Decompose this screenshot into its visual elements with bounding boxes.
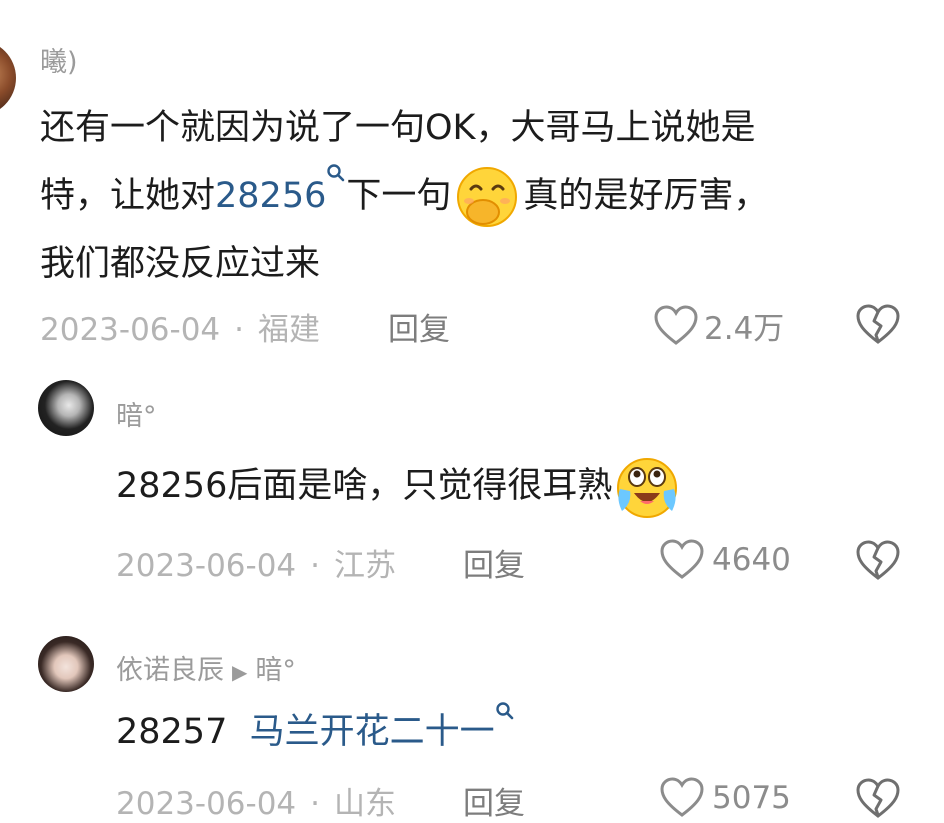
like-count: 2.4万 <box>704 311 785 347</box>
like-button[interactable]: 5075 <box>660 777 791 819</box>
text-line: 还有一个就因为说了一句OK，大哥马上说她是 <box>40 108 756 148</box>
like-count: 5075 <box>712 780 791 816</box>
comment-text: 28256后面是啥，只觉得很耳熟 <box>116 454 682 519</box>
comment-meta: 2023-06-04 · 江苏 <box>116 540 396 585</box>
avatar[interactable] <box>0 40 16 116</box>
text-line: 28256后面是啥，只觉得很耳熟 <box>116 454 682 519</box>
reply-button[interactable]: 回复 <box>463 778 525 823</box>
broken-heart-icon[interactable] <box>856 304 900 346</box>
search-icon <box>327 164 345 182</box>
text-segment: 特，让她对 <box>40 176 216 216</box>
text-line: 28257 马兰开花二十一 <box>116 700 515 764</box>
heart-outline-icon[interactable] <box>654 304 698 347</box>
comment-meta: 2023-06-04 · 福建 <box>40 304 320 349</box>
text-line: 特，让她对28256 下一句 真的是好厉害， <box>40 162 768 230</box>
comment-location: 江苏 <box>334 548 397 584</box>
comment-date: 2023-06-04 <box>116 548 297 584</box>
username[interactable]: 曦) <box>40 40 78 79</box>
keyword-link[interactable]: 28256 <box>215 164 346 216</box>
keyword-link[interactable]: 马兰开花二十一 <box>250 702 515 752</box>
comment-date: 2023-06-04 <box>116 786 297 822</box>
keyword-text[interactable]: 马兰开花二十一 <box>250 712 495 752</box>
separator: · <box>310 548 321 584</box>
comment-meta: 2023-06-04 · 山东 <box>116 778 396 823</box>
text-line: 我们都没反应过来 <box>40 244 321 284</box>
username[interactable]: 暗° <box>116 394 157 433</box>
keyword-text[interactable]: 28256 <box>215 176 326 216</box>
text-segment: 真的是好厉害， <box>523 176 769 216</box>
comment-date: 2023-06-04 <box>40 312 221 348</box>
comment-text: 还有一个就因为说了一句OK，大哥马上说她是 特，让她对28256 下一句 真的是好厉… <box>40 94 768 298</box>
crying-laughing-emoji <box>617 458 678 518</box>
reply-button[interactable]: 回复 <box>463 540 525 585</box>
comment-text: 28257 马兰开花二十一 <box>116 700 515 764</box>
comment-location: 福建 <box>258 312 321 348</box>
like-button[interactable]: 4640 <box>660 539 791 581</box>
text-segment: 28256后面是啥，只觉得很耳熟 <box>116 466 613 506</box>
reply-to-username[interactable]: 暗° <box>255 655 296 686</box>
text-segment: 28257 <box>116 712 228 752</box>
broken-heart-icon[interactable] <box>856 540 900 582</box>
heart-outline-icon[interactable] <box>660 777 704 819</box>
search-icon <box>495 702 513 720</box>
like-button[interactable]: 2.4万 <box>654 303 784 348</box>
text-segment: 下一句 <box>346 176 452 216</box>
comment-3: 依诺良辰 ▶ 暗° 28257 马兰开花二十一 2023-06-04 · 山东 回复 5… <box>0 636 944 822</box>
reply-button[interactable]: 回复 <box>388 304 450 349</box>
comment-2: 暗° 28256后面是啥，只觉得很耳熟 2023-06-04 · 江苏 回复 464… <box>0 380 944 600</box>
play-arrow-icon: ▶ <box>232 659 248 684</box>
separator: · <box>234 312 245 348</box>
username[interactable]: 依诺良辰 <box>116 655 224 686</box>
comment-location: 山东 <box>334 786 397 822</box>
heart-outline-icon[interactable] <box>660 539 704 581</box>
avatar[interactable] <box>38 380 94 436</box>
avatar[interactable] <box>38 636 94 692</box>
covering-mouth-emoji <box>457 167 518 227</box>
reply-header: 依诺良辰 ▶ 暗° <box>116 648 296 687</box>
like-count: 4640 <box>712 542 791 578</box>
separator: · <box>310 786 321 822</box>
comment-1: 曦) 还有一个就因为说了一句OK，大哥马上说她是 特，让她对28256 下一句 真的… <box>0 0 944 360</box>
